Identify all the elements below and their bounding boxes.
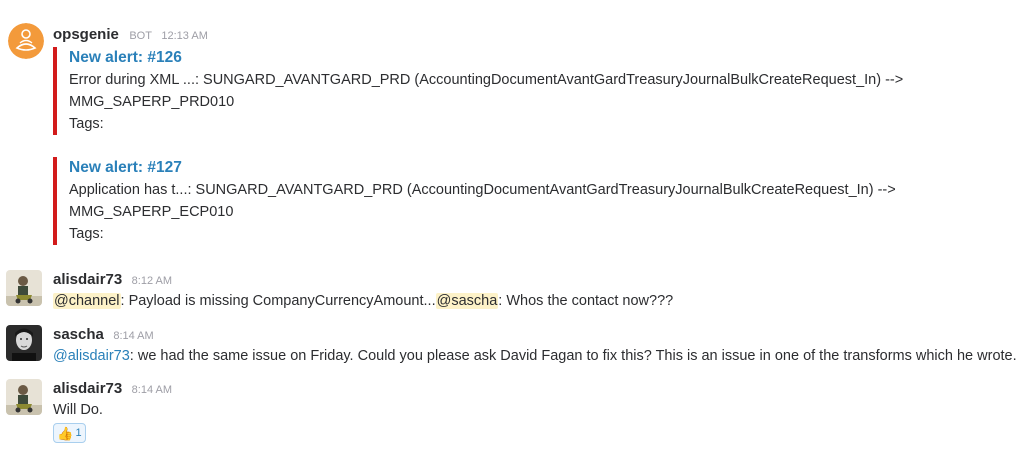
alert-attachment: New alert: #127 Application has t...: SU… [53,157,896,245]
opsgenie-logo-icon [8,23,44,59]
user-mention[interactable]: @alisdair73 [53,348,130,364]
reaction-count: 1 [75,427,82,439]
user-avatar-icon [6,379,42,415]
timestamp[interactable]: 8:12 AM [132,275,172,287]
alert-description-cont: MMG_SAPERP_ECP010 [69,204,234,220]
thumbs-up-icon: 👍 [57,425,74,441]
reaction-thumbs-up-button[interactable]: 👍 1 [53,423,86,443]
message-text-part: : Payload is missing CompanyCurrencyAmou… [120,293,436,309]
message-feed: opsgenie BOT 12:13 AM New alert: #126 Er… [0,0,1016,456]
author-name[interactable]: opsgenie [53,26,119,43]
user-avatar-icon [6,270,42,306]
alert-description-cont: MMG_SAPERP_PRD010 [69,94,235,110]
alert-description: Error during XML ...: SUNGARD_AVANTGARD_… [69,72,904,88]
alert-title-link[interactable]: New alert: #126 [69,47,903,69]
alisdair73-avatar[interactable] [6,270,42,306]
message-text-part: : Whos the contact now??? [498,293,674,309]
alert-attachment: New alert: #126 Error during XML ...: SU… [53,47,903,135]
timestamp[interactable]: 8:14 AM [113,330,153,342]
message-text: @channel: Payload is missing CompanyCurr… [53,290,1008,312]
alert-description: Application has t...: SUNGARD_AVANTGARD_… [69,182,896,198]
author-name[interactable]: alisdair73 [53,271,122,288]
alert-tags: Tags: [69,226,104,242]
user-mention[interactable]: @sascha [435,293,499,309]
message-text-part: : we had the same issue on Friday. Could… [129,348,1016,364]
message-text: Will Do. [53,402,103,418]
user-avatar-icon [6,325,42,361]
alert-tags: Tags: [69,116,104,132]
timestamp[interactable]: 12:13 AM [161,30,207,42]
bot-badge: BOT [129,30,152,42]
opsgenie-avatar[interactable] [8,23,44,59]
timestamp[interactable]: 8:14 AM [132,384,172,396]
author-name[interactable]: alisdair73 [53,380,122,397]
message-text: @alisdair73: we had the same issue on Fr… [53,345,1016,367]
alert-title-link[interactable]: New alert: #127 [69,157,896,179]
channel-mention[interactable]: @channel [53,293,121,309]
alisdair73-avatar[interactable] [6,379,42,415]
sascha-avatar[interactable] [6,325,42,361]
author-name[interactable]: sascha [53,326,104,343]
